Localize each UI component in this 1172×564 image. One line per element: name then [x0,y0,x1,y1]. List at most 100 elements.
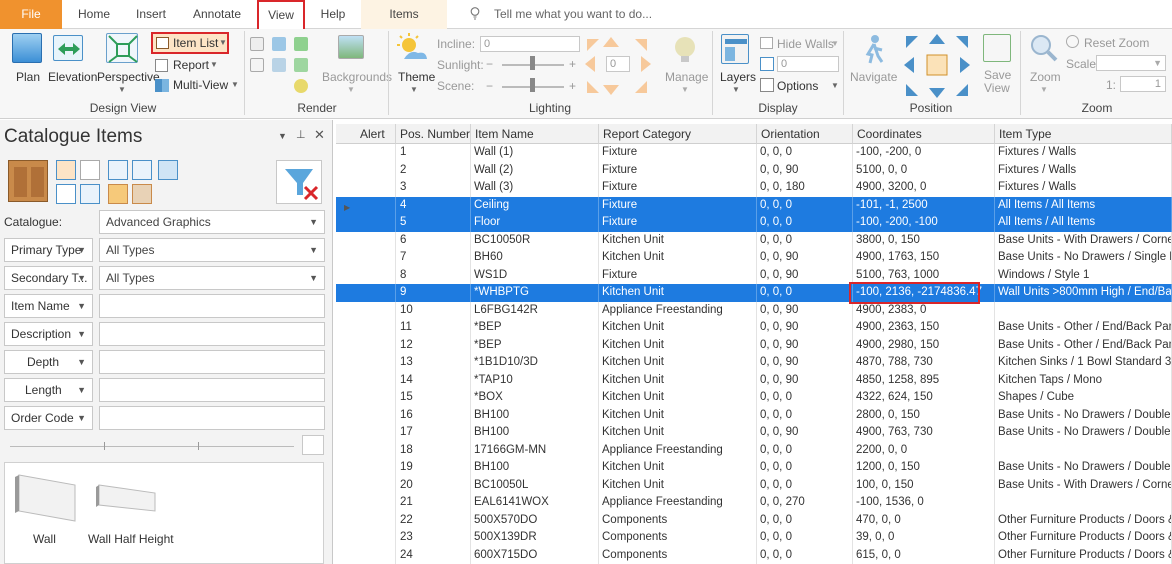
table-row[interactable]: 2 Wall (2) Fixture 0, 0, 90 5100, 0, 0 Fixtur… [336,161,1172,179]
backgrounds-icon[interactable] [338,35,364,59]
filter-secondary-type-button[interactable]: Secondary T... ▼ [4,266,93,290]
category-icon[interactable] [132,184,152,204]
minus-icon[interactable]: − [486,79,493,93]
navigate-walker-icon[interactable] [860,34,886,64]
manage-bulb-icon[interactable] [671,35,699,65]
render-cube-icon[interactable] [250,37,264,51]
hide-walls-button[interactable]: Hide Walls [777,37,834,51]
table-row[interactable]: 16 BH100 Kitchen Unit 0, 0, 0 2800, 0, 150 Ba… [336,406,1172,424]
table-row[interactable]: 23 500X139DR Components 0, 0, 0 39, 0, 0 Othe… [336,529,1172,547]
filter-length-button[interactable]: Length ▼ [4,378,93,402]
chevron-down-icon[interactable]: ▼ [278,131,287,141]
tab-annotate[interactable]: Annotate [184,0,250,29]
table-row[interactable]: 24 600X715DO Components 0, 0, 0 615, 0, 0 Oth… [336,546,1172,564]
filter-primary-type-button[interactable]: Primary Type ▼ [4,238,93,262]
table-row[interactable]: 15 *BOX Kitchen Unit 0, 0, 0 4322, 624, 150 S… [336,389,1172,407]
table-row[interactable]: 21 EAL6141WOX Appliance Freestanding 0, 0, … [336,494,1172,512]
save-view-icon[interactable] [983,34,1011,62]
table-row[interactable]: 10 L6FBG142R Appliance Freestanding 0, 0, 9… [336,301,1172,319]
render-cube-icon[interactable] [250,58,264,72]
tab-insert[interactable]: Insert [124,0,178,29]
scene-slider-thumb[interactable] [530,78,535,92]
zoom-button[interactable]: Zoom [1030,70,1061,84]
scale-select[interactable]: ▼ [1096,55,1166,71]
tab-home[interactable]: Home [66,0,122,29]
column-header-item-name[interactable]: Item Name [471,124,599,144]
table-row[interactable]: 18 17166GM-MN Appliance Freestanding 0, 0, … [336,441,1172,459]
options-button[interactable]: Options [777,79,818,93]
plus-icon[interactable]: + [569,79,576,93]
zoom-magnifier-icon[interactable] [1030,34,1058,62]
table-row[interactable]: 22 500X570DO Components 0, 0, 0 470, 0, 0 Oth… [336,511,1172,529]
category-icon[interactable] [80,160,100,180]
report-button[interactable]: Report [173,58,209,72]
catalogue-select[interactable]: Advanced Graphics ▼ [99,210,325,234]
wall-half-height-thumbnail[interactable] [95,481,159,515]
table-row[interactable]: 3 Wall (3) Fixture 0, 0, 180 4900, 3200, 0 Fi… [336,179,1172,197]
filter-item-name-input[interactable] [99,294,325,318]
table-row[interactable]: 4 Ceiling Fixture 0, 0, 0 -101, -1, 2500 All … [336,196,1172,214]
filter-description-input[interactable] [99,322,325,346]
category-icon[interactable] [158,160,178,180]
tab-view[interactable]: View [257,0,305,29]
filter-secondary-type-select[interactable]: All Types ▼ [99,266,325,290]
chevron-down-icon[interactable]: ▼ [831,81,839,90]
chevron-down-icon[interactable]: ▼ [1040,85,1048,94]
table-row[interactable]: 8 WS1D Fixture 0, 0, 90 5100, 763, 1000 Windo… [336,266,1172,284]
column-header-pos-number[interactable]: Pos. Number [396,124,471,144]
layers-button[interactable]: Layers [720,70,756,84]
filter-item-name-button[interactable]: Item Name ▼ [4,294,93,318]
wall-thumbnail[interactable] [15,471,79,523]
layers-icon[interactable] [721,34,749,64]
table-row[interactable]: 6 BC10050R Kitchen Unit 0, 0, 0 3800, 0, 150… [336,231,1172,249]
render-cube-icon[interactable] [294,58,308,72]
category-icon[interactable] [108,184,128,204]
category-icon[interactable] [132,160,152,180]
render-cube-icon[interactable] [294,37,308,51]
filter-description-button[interactable]: Description ▼ [4,322,93,346]
perspective-button[interactable]: Perspective [97,70,160,84]
table-row[interactable]: 17 BH100 Kitchen Unit 0, 0, 90 4900, 763, 73… [336,424,1172,442]
position-arrows[interactable] [904,34,970,98]
filter-length-input[interactable] [99,378,325,402]
chevron-down-icon[interactable]: ▼ [732,85,740,94]
category-icon[interactable] [56,184,76,204]
filter-primary-type-select[interactable]: All Types ▼ [99,238,325,262]
chevron-down-icon[interactable]: ▼ [681,85,689,94]
navigate-button[interactable]: Navigate [850,70,897,84]
ratio-input[interactable]: 1 [1120,76,1166,92]
category-icon[interactable] [56,160,76,180]
perspective-icon[interactable] [106,33,138,63]
table-row[interactable]: 20 BC10050L Kitchen Unit 0, 0, 0 100, 0, 150… [336,476,1172,494]
item-list-button[interactable]: Item List ▼ [151,32,229,54]
chevron-down-icon[interactable]: ▼ [118,85,126,94]
table-row[interactable]: 1 Wall (1) Fixture 0, 0, 0 -100, -200, 0 Fixt… [336,144,1172,162]
table-row[interactable]: 14 *TAP10 Kitchen Unit 0, 0, 90 4850, 1258, … [336,371,1172,389]
filter-order-code-button[interactable]: Order Code ▼ [4,406,93,430]
minus-icon[interactable]: − [486,57,493,71]
chevron-down-icon[interactable]: ▼ [831,39,839,48]
table-row[interactable]: 11 *BEP Kitchen Unit 0, 0, 90 4900, 2363, 15… [336,319,1172,337]
column-header-alert[interactable]: Alert [336,124,396,144]
chevron-down-icon[interactable]: ▼ [210,60,218,69]
tell-me-search[interactable]: Tell me what you want to do... [494,0,652,29]
sun-value-input[interactable]: 0 [606,56,630,72]
plus-icon[interactable]: + [569,57,576,71]
tab-file[interactable]: File [0,0,62,29]
clear-filter-icon[interactable] [276,160,322,204]
table-row[interactable]: 12 *BEP Kitchen Unit 0, 0, 90 4900, 2980, 15… [336,336,1172,354]
sun-theme-icon[interactable] [396,33,430,65]
render-gear-icon[interactable] [294,79,308,93]
thumbnail-size-slider[interactable] [10,446,294,447]
sunlight-slider-thumb[interactable] [530,56,535,70]
hide-walls-input[interactable]: 0 [777,56,839,72]
category-icon[interactable] [108,160,128,180]
multi-view-button[interactable]: Multi-View [173,78,228,92]
column-header-item-type[interactable]: Item Type [995,124,1172,144]
chevron-down-icon[interactable]: ▼ [231,80,239,89]
render-cube-icon[interactable] [272,37,286,51]
pin-icon[interactable]: ⊥ [296,128,306,141]
category-icon[interactable] [80,184,100,204]
link-icon[interactable] [302,435,324,455]
table-row[interactable]: 7 BH60 Kitchen Unit 0, 0, 90 4900, 1763, 150… [336,249,1172,267]
